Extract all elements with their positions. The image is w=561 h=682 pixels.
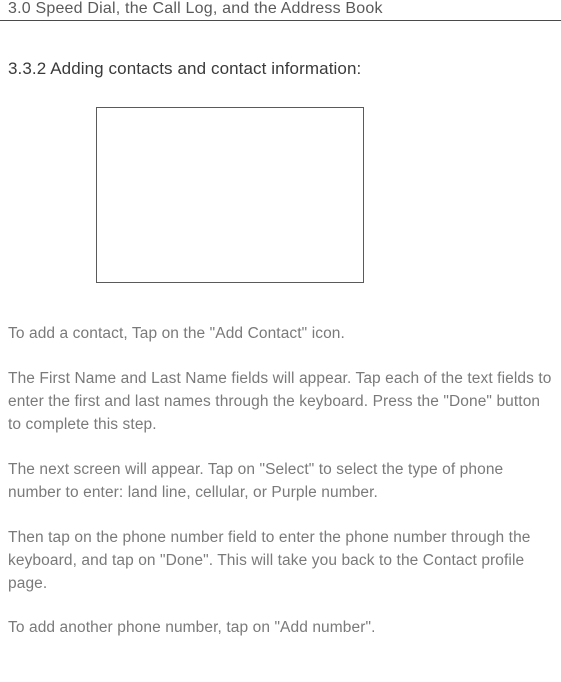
section-heading: 3.3.2 Adding contacts and contact inform…: [0, 59, 561, 79]
page-header: 3.0 Speed Dial, the Call Log, and the Ad…: [0, 0, 561, 21]
breadcrumb: 3.0 Speed Dial, the Call Log, and the Ad…: [8, 0, 553, 18]
paragraph-5: To add another phone number, tap on "Add…: [8, 617, 553, 640]
body-content: To add a contact, Tap on the "Add Contac…: [0, 323, 561, 640]
paragraph-3: The next screen will appear. Tap on "Sel…: [8, 459, 553, 505]
paragraph-2: The First Name and Last Name fields will…: [8, 368, 553, 437]
paragraph-1: To add a contact, Tap on the "Add Contac…: [8, 323, 553, 346]
image-placeholder: [96, 107, 364, 283]
paragraph-4: Then tap on the phone number field to en…: [8, 527, 553, 596]
